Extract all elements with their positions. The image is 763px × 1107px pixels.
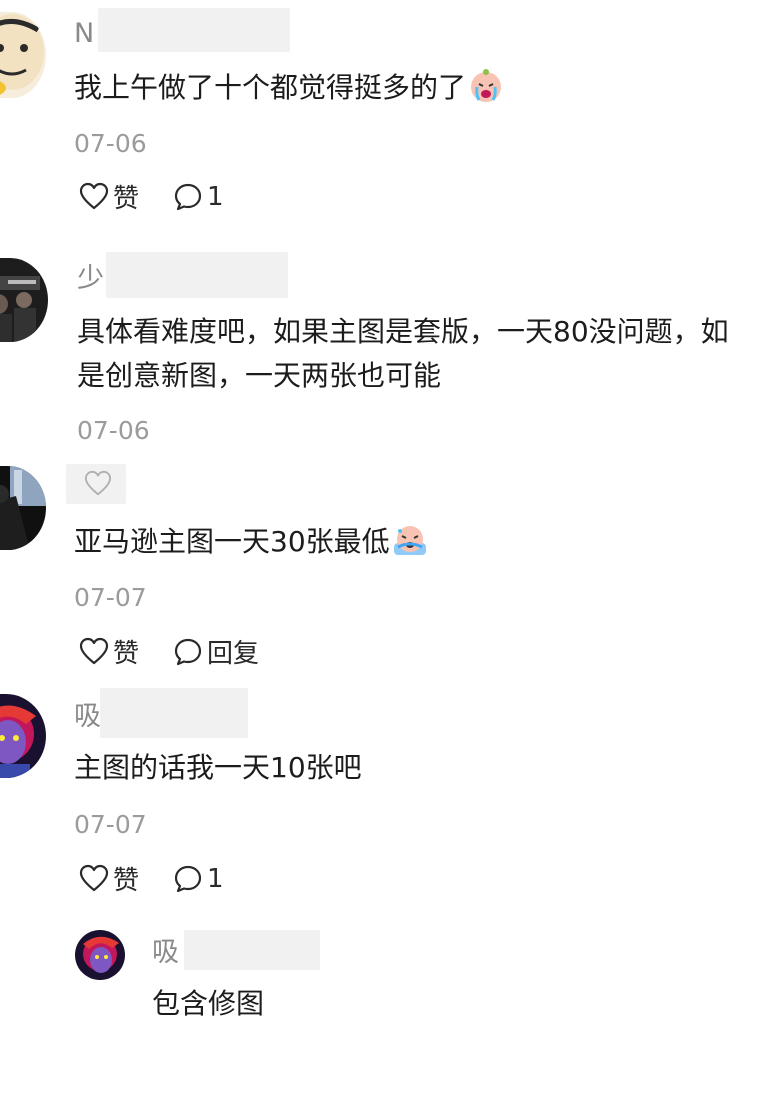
comment-actions: 赞 回复	[79, 633, 293, 670]
comment-text-line-2: 是创意新图，一天两张也可能	[77, 359, 442, 392]
reply-name[interactable]: 吸	[152, 936, 179, 970]
avatar[interactable]	[0, 694, 46, 778]
heart-outline-icon	[84, 470, 112, 498]
like-label: 赞	[113, 639, 140, 669]
comment-date: 07-07	[74, 583, 147, 612]
comment-body: 我上午做了十个都觉得挺多的了	[74, 71, 467, 104]
reply-label: 回复	[207, 639, 260, 669]
reply-button[interactable]: 1	[173, 864, 224, 894]
comment-date: 07-07	[74, 810, 147, 839]
comment-actions: 赞 1	[79, 178, 258, 215]
comment-text-line-1: 具体看难度吧，如果主图是套版，一天80没问题，如	[77, 315, 729, 348]
comment-actions: 赞 1	[79, 860, 258, 897]
commenter-name[interactable]: 少	[77, 262, 104, 296]
name-redaction	[184, 930, 320, 970]
comment-text: 亚马逊主图一天30张最低	[74, 520, 428, 564]
heart-outline-icon	[79, 182, 109, 209]
heart-outline-icon	[79, 864, 109, 891]
avatar[interactable]	[0, 12, 46, 98]
comment-body: 亚马逊主图一天30张最低	[74, 525, 390, 558]
like-label: 赞	[113, 866, 140, 896]
sweating-face-emoji	[392, 521, 428, 557]
like-button[interactable]: 赞	[79, 633, 139, 670]
commenter-name[interactable]: N	[74, 17, 94, 51]
anime-avatar-icon	[75, 930, 125, 980]
crying-face-emoji	[468, 67, 504, 103]
reply-count: 1	[207, 181, 224, 212]
heart-outline-icon	[79, 637, 109, 664]
comment-text: 我上午做了十个都觉得挺多的了	[74, 66, 504, 110]
photo-avatar-icon	[0, 466, 46, 550]
comment-date: 07-06	[77, 416, 150, 445]
reply-count: 1	[207, 863, 224, 894]
like-label: 赞	[113, 184, 140, 214]
reply-avatar[interactable]	[75, 930, 125, 980]
comment-text: 主图的话我一天10张吧	[74, 751, 362, 784]
comment-thread: N 我上午做了十个都觉得挺多的了 07-06 赞 1 少 具体看难度吧，如果主图…	[0, 0, 763, 1107]
like-button[interactable]: 赞	[79, 178, 139, 215]
photo-avatar-icon	[0, 258, 48, 342]
like-button[interactable]: 赞	[79, 860, 139, 897]
comment-bubble-icon	[174, 865, 202, 892]
comment-bubble-icon	[174, 183, 202, 210]
anime-avatar-icon	[0, 694, 46, 778]
name-redaction	[100, 688, 248, 738]
name-redaction	[98, 8, 290, 52]
name-redaction	[106, 252, 288, 298]
avatar[interactable]	[0, 466, 46, 550]
reply-button[interactable]: 1	[173, 182, 224, 212]
reply-button[interactable]: 回复	[173, 633, 259, 670]
avatar[interactable]	[0, 258, 48, 342]
comment-date: 07-06	[74, 129, 147, 158]
reply-text: 包含修图	[152, 987, 265, 1020]
commenter-name[interactable]: 吸	[74, 700, 101, 734]
cartoon-avatar-icon	[0, 12, 46, 98]
comment-bubble-icon	[174, 638, 202, 665]
